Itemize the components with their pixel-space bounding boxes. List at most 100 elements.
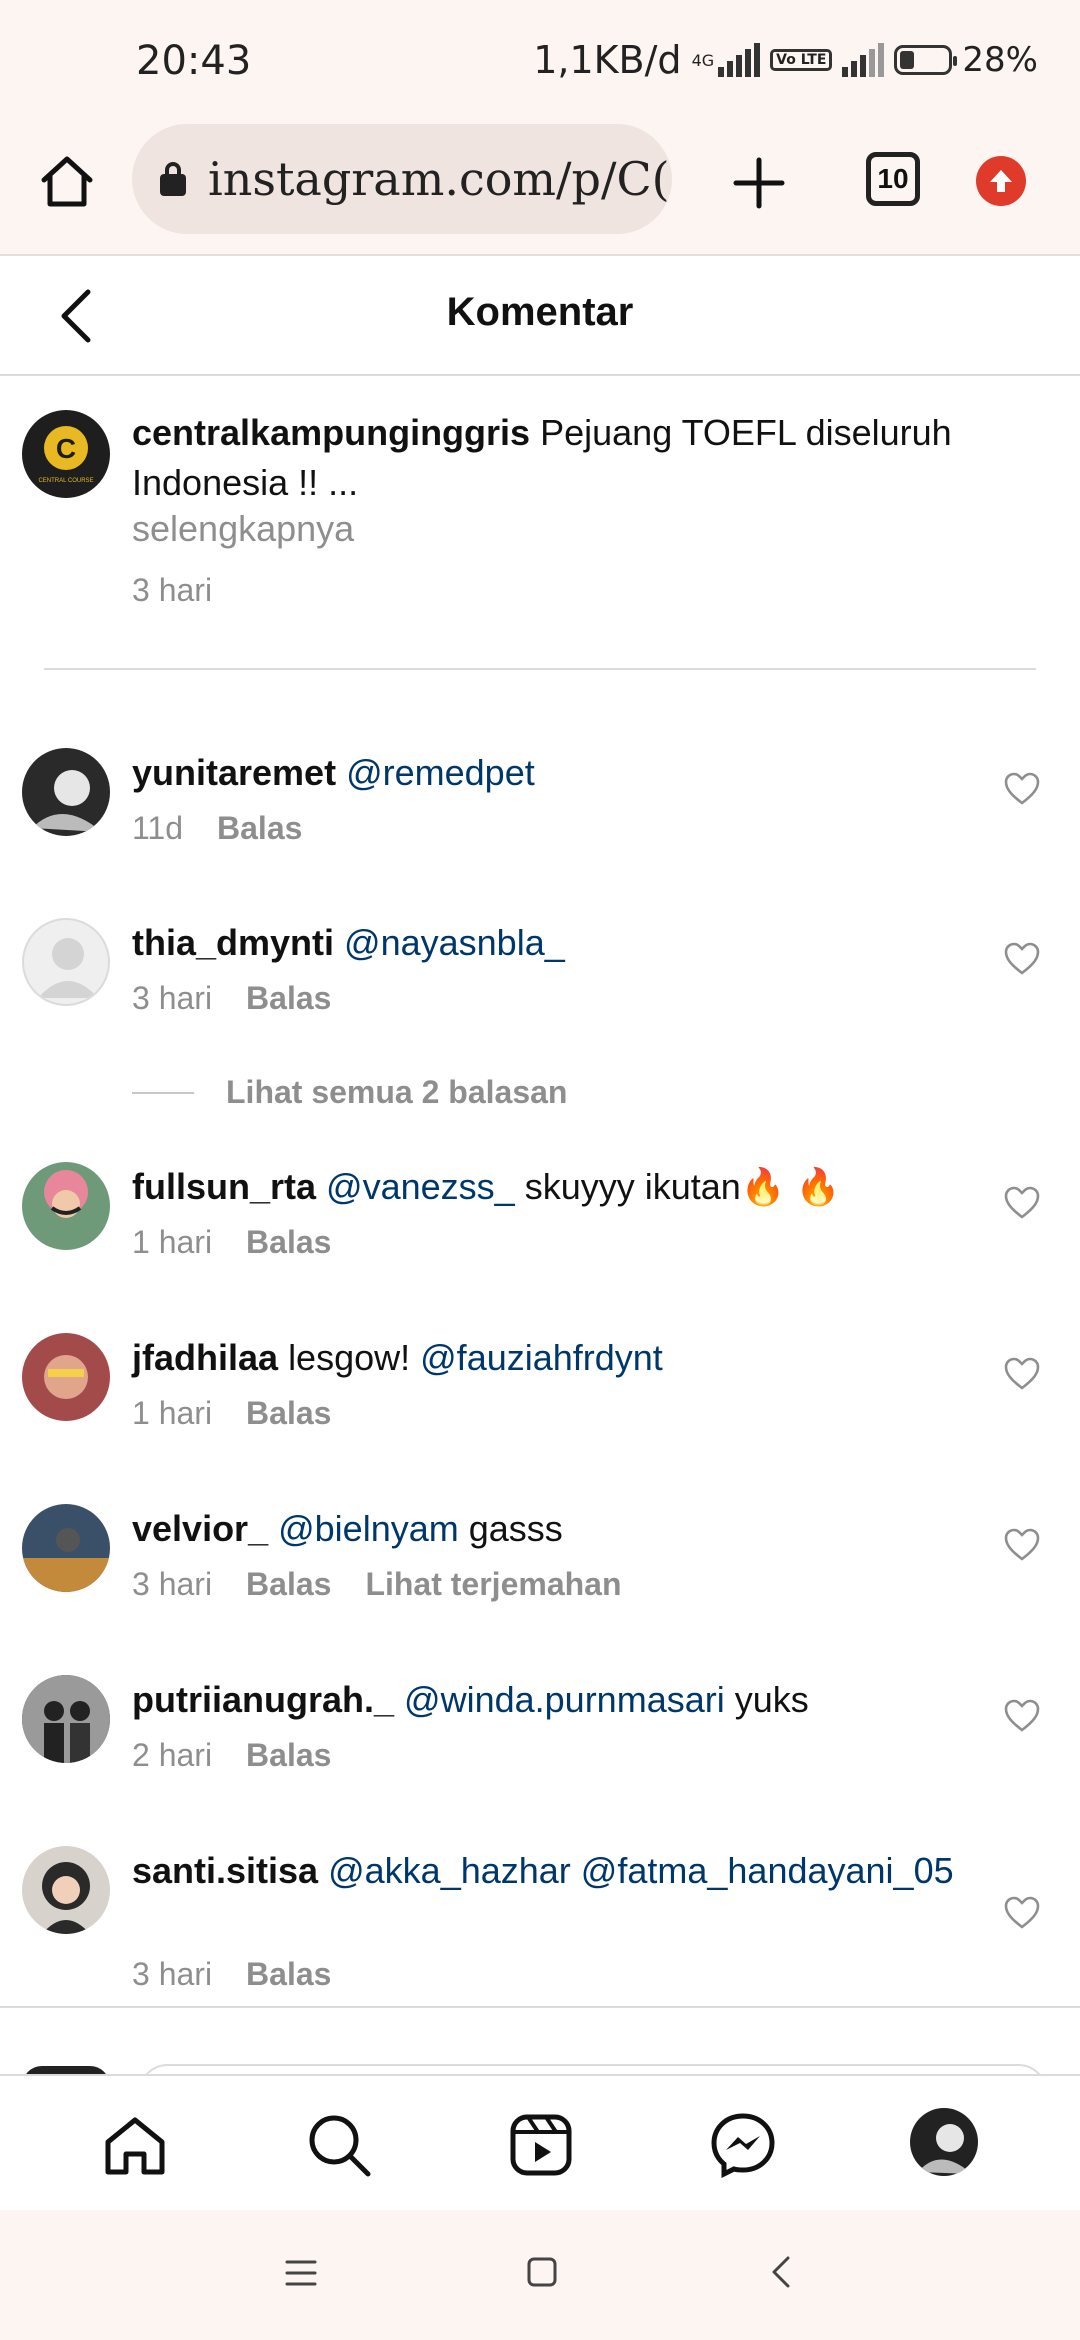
- battery-percent: 28%: [962, 40, 1038, 80]
- heart-icon[interactable]: [1004, 942, 1040, 976]
- system-nav-bar: [0, 2210, 1080, 2340]
- replies-line: [132, 1091, 194, 1094]
- menu-icon[interactable]: [284, 2258, 318, 2288]
- translate-button[interactable]: Lihat terjemahan: [365, 1566, 621, 1603]
- comment-meta: 3 hari Balas: [132, 980, 331, 1017]
- browser-toolbar: instagram.com/p/C( 10: [0, 120, 1080, 256]
- mention-link[interactable]: @winda.purnmasari: [404, 1679, 725, 1720]
- heart-icon[interactable]: [1004, 1186, 1040, 1220]
- messenger-icon[interactable]: [710, 2112, 776, 2178]
- post-time: 3 hari: [132, 572, 213, 608]
- comment-body: lesgow!: [288, 1337, 421, 1378]
- comment-username[interactable]: jfadhilaa: [132, 1337, 278, 1378]
- comment-username[interactable]: santi.sitisa: [132, 1850, 318, 1891]
- url-bar[interactable]: instagram.com/p/C(: [132, 124, 672, 234]
- tab-switcher-button[interactable]: 10: [866, 152, 920, 206]
- reply-button[interactable]: Balas: [246, 1224, 331, 1261]
- heart-icon[interactable]: [1004, 1528, 1040, 1562]
- heart-icon[interactable]: [1004, 1357, 1040, 1391]
- comment-username[interactable]: thia_dmynti: [132, 922, 334, 963]
- back-chevron-icon[interactable]: [770, 2254, 792, 2290]
- mention-link[interactable]: @bielnyam: [278, 1508, 459, 1549]
- heart-icon[interactable]: [1004, 1699, 1040, 1733]
- comment-meta: 1 hari Balas: [132, 1224, 331, 1261]
- status-bar: 20:43 1,1KB/d 4G Vo LTE 28%: [0, 0, 1080, 120]
- comments-header: Komentar: [0, 256, 1080, 376]
- lock-icon: [160, 162, 186, 196]
- comment-text: velvior_ @bielnyam gasss: [132, 1504, 970, 1554]
- reply-button[interactable]: Balas: [217, 810, 302, 847]
- comment-meta: 2 hari Balas: [132, 1737, 331, 1774]
- comment-time: 3 hari: [132, 1956, 213, 1992]
- network-speed: 1,1KB/d: [533, 38, 682, 82]
- home-icon[interactable]: [38, 152, 96, 210]
- comment-time: 3 hari: [132, 980, 213, 1016]
- view-replies-button[interactable]: Lihat semua 2 balasan: [132, 1074, 567, 1111]
- comment-text: jfadhilaa lesgow! @fauziahfrdynt: [132, 1333, 970, 1383]
- comment-meta: 1 hari Balas: [132, 1395, 331, 1432]
- central-course-logo: C CENTRAL COURSE: [38, 426, 94, 484]
- profile-avatar[interactable]: [910, 2108, 978, 2176]
- comment-text: fullsun_rta @vanezss_ skuyyy ikutan🔥 🔥: [132, 1162, 970, 1212]
- comment-username[interactable]: velvior_: [132, 1508, 268, 1549]
- post-username[interactable]: centralkampunginggris: [132, 412, 530, 453]
- volte-icon: Vo LTE: [770, 49, 833, 71]
- comment-time: 2 hari: [132, 1737, 213, 1773]
- avatar[interactable]: [22, 1162, 110, 1250]
- reply-button[interactable]: Balas: [246, 980, 331, 1017]
- reply-button[interactable]: Balas: [246, 1395, 331, 1432]
- avatar[interactable]: [22, 748, 110, 836]
- mention-link[interactable]: @akka_hazhar: [328, 1850, 571, 1891]
- avatar[interactable]: [22, 1333, 110, 1421]
- mention-link[interactable]: @remedpet: [346, 752, 535, 793]
- page-title: Komentar: [446, 290, 634, 334]
- mention-link[interactable]: @vanezss_: [326, 1166, 515, 1207]
- avatar[interactable]: [22, 1675, 110, 1763]
- comment-username[interactable]: putriianugrah._: [132, 1679, 394, 1720]
- comment-username[interactable]: fullsun_rta: [132, 1166, 316, 1207]
- comment-text: putriianugrah._ @winda.purnmasari yuks: [132, 1675, 970, 1725]
- signal-icon-2: [842, 43, 885, 77]
- avatar[interactable]: [22, 918, 110, 1006]
- avatar[interactable]: [22, 1504, 110, 1592]
- home-icon[interactable]: [102, 2112, 168, 2178]
- status-time: 20:43: [136, 38, 252, 84]
- comment-time: 3 hari: [132, 1566, 213, 1602]
- mention-link[interactable]: @nayasnbla_: [344, 922, 565, 963]
- reels-icon[interactable]: [508, 2112, 574, 2178]
- comment-meta: 3 hari Balas Lihat terjemahan: [132, 1566, 622, 1603]
- bottom-nav: [0, 2074, 1080, 2210]
- reply-button[interactable]: Balas: [246, 1566, 331, 1603]
- comment-text: santi.sitisa @akka_hazhar @fatma_handaya…: [132, 1846, 970, 1896]
- comment-body: skuyyy ikutan🔥 🔥: [514, 1166, 841, 1207]
- update-icon[interactable]: [976, 156, 1026, 206]
- battery-icon: [894, 45, 958, 75]
- url-text: instagram.com/p/C(: [208, 152, 670, 206]
- tab-count: 10: [877, 163, 909, 194]
- comment-body: gasss: [458, 1508, 563, 1549]
- mention-link[interactable]: @fauziahfrdynt: [420, 1337, 663, 1378]
- comment-text: thia_dmynti @nayasnbla_: [132, 918, 970, 968]
- arrow-up-icon: [990, 170, 1012, 192]
- comment-time: 1 hari: [132, 1395, 213, 1431]
- composer-divider: [0, 2006, 1080, 2008]
- comment-body: yuks: [724, 1679, 809, 1720]
- reply-button[interactable]: Balas: [246, 1956, 331, 1993]
- status-indicators: 1,1KB/d 4G Vo LTE 28%: [533, 38, 1038, 82]
- heart-icon[interactable]: [1004, 772, 1040, 806]
- square-home-icon[interactable]: [526, 2256, 558, 2288]
- divider: [44, 668, 1036, 670]
- new-tab-icon[interactable]: [732, 156, 786, 210]
- comment-meta: 11d Balas: [132, 810, 302, 847]
- see-more-link[interactable]: selengkapnya: [132, 508, 354, 550]
- reply-button[interactable]: Balas: [246, 1737, 331, 1774]
- avatar[interactable]: [22, 1846, 110, 1934]
- comment-text: yunitaremet @remedpet: [132, 748, 970, 798]
- post-avatar[interactable]: C CENTRAL COURSE: [22, 410, 110, 498]
- mention-link[interactable]: @fatma_handayani_05: [571, 1850, 954, 1891]
- view-replies-label: Lihat semua 2 balasan: [226, 1074, 568, 1110]
- comment-username[interactable]: yunitaremet: [132, 752, 336, 793]
- comment-time: 1 hari: [132, 1224, 213, 1260]
- search-icon[interactable]: [306, 2112, 372, 2178]
- heart-icon[interactable]: [1004, 1896, 1040, 1930]
